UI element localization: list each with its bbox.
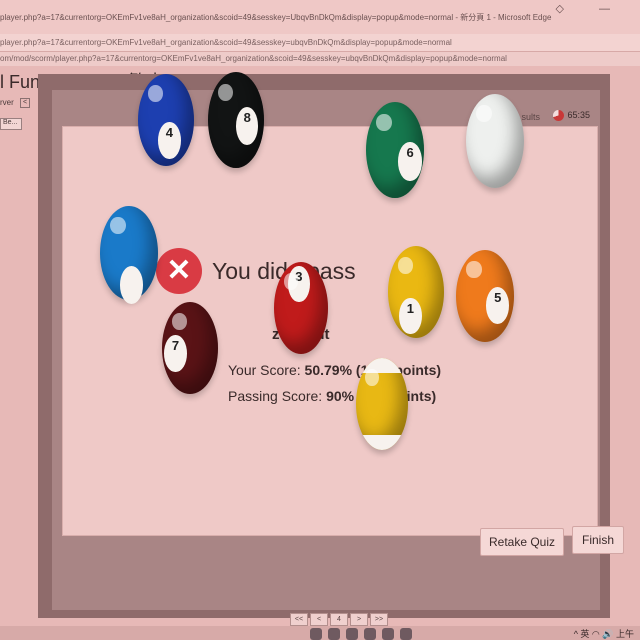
your-score-label: Your Score:: [228, 362, 305, 378]
billiard-ball-5: 5: [456, 250, 514, 342]
pager-next[interactable]: >: [350, 613, 368, 626]
ball-shine: [466, 261, 482, 278]
address-bar[interactable]: player.php?a=17&currentorg=OKEmFv1ve8aH_…: [0, 34, 640, 52]
collapse-button[interactable]: <: [20, 98, 31, 108]
results-tab[interactable]: sults: [521, 112, 540, 122]
fail-icon: ✕: [156, 248, 202, 294]
finish-button[interactable]: Finish: [572, 526, 624, 554]
timer-icon: [553, 110, 565, 122]
timer: 65:35: [553, 110, 590, 122]
billiard-ball-9: [356, 358, 408, 450]
billiard-ball-7: 7: [162, 302, 218, 394]
side-select[interactable]: Be...: [0, 118, 22, 130]
billiard-ball-6: 6: [366, 102, 424, 198]
ball-number: 5: [486, 286, 510, 324]
ball-number: 1: [399, 297, 422, 335]
ball-shine: [476, 105, 492, 123]
billiard-ball-3: 3: [274, 262, 328, 354]
app-icon[interactable]: [346, 628, 358, 640]
app-icon[interactable]: [310, 628, 322, 640]
taskbar-icons: [310, 627, 418, 640]
pager-first[interactable]: <<: [290, 613, 308, 626]
ball-number: 4: [158, 121, 181, 159]
window-title: player.php?a=17&currentorg=OKEmFv1ve8aH_…: [0, 13, 552, 22]
your-score-line: Your Score: 50.79% (1 points): [228, 362, 441, 378]
app-icon[interactable]: [400, 628, 412, 640]
window-controls[interactable]: ◇ —: [555, 2, 626, 15]
ball-shine: [376, 113, 392, 131]
pager-last[interactable]: >>: [370, 613, 388, 626]
ball-shine: [398, 257, 413, 274]
app-icon[interactable]: [328, 628, 340, 640]
ball-number: 7: [164, 335, 187, 372]
ball-shine: [110, 217, 126, 235]
passing-score-value: 90%: [326, 388, 355, 404]
browser-title-bar: player.php?a=17&currentorg=OKEmFv1ve8aH_…: [0, 0, 640, 34]
result-card: [62, 126, 598, 536]
system-tray[interactable]: ^ 英 ◠ 🔊 上午: [574, 627, 634, 640]
ball-shine: [365, 369, 379, 386]
pager-prev[interactable]: <: [310, 613, 328, 626]
taskbar: ^ 英 ◠ 🔊 上午: [0, 626, 640, 640]
ball-stripe: [356, 358, 408, 373]
ball-number: 8: [236, 106, 259, 145]
ball-shine: [148, 85, 163, 102]
cue-ball: [466, 94, 524, 188]
ball-shine: [218, 83, 233, 101]
app-icon[interactable]: [364, 628, 376, 640]
ball-number: 6: [398, 142, 422, 181]
side-panel-label: rver: [0, 98, 14, 108]
side-panel: rver < Be...: [0, 98, 36, 130]
address-bar-secondary[interactable]: om/mod/scorm/player.php?a=17&currentorg=…: [0, 52, 640, 66]
billiard-ball-8: 8: [208, 72, 264, 168]
ball-stripe: [356, 435, 408, 450]
ball-shine: [283, 273, 298, 290]
app-icon[interactable]: [382, 628, 394, 640]
billiard-ball-2: [100, 206, 158, 304]
billiard-ball-4: 4: [138, 74, 194, 166]
ball-spot: [119, 266, 143, 304]
retake-quiz-button[interactable]: Retake Quiz: [480, 528, 564, 556]
billiard-ball-1: 1: [388, 246, 444, 338]
passing-score-label: Passing Score:: [228, 388, 327, 404]
ball-shine: [172, 313, 187, 330]
timer-value: 65:35: [567, 110, 590, 120]
pager-page[interactable]: 4: [330, 613, 348, 626]
pager: << <4 > >>: [290, 608, 390, 626]
